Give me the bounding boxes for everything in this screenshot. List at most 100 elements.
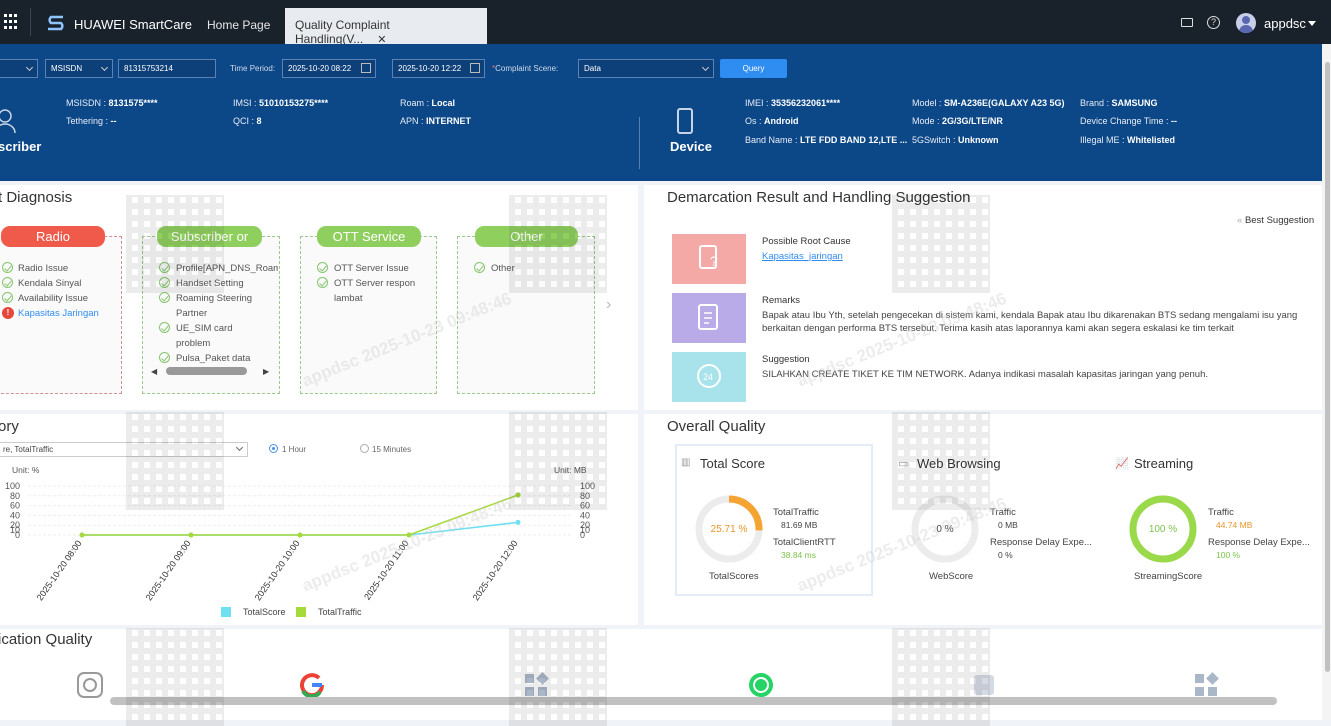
streaming-title[interactable]: Streaming: [1134, 456, 1193, 471]
instagram-icon[interactable]: [76, 671, 104, 699]
subscriber-label: scriber: [0, 139, 42, 154]
field-value: 8: [256, 116, 262, 126]
total-rtt-value: 38.84 ms: [781, 550, 816, 560]
apps-icon[interactable]: [1192, 671, 1220, 699]
field-key: Illegal ME :: [1080, 135, 1128, 145]
query-type-select[interactable]: [0, 59, 38, 78]
streaming-delay-value: 100 %: [1216, 550, 1241, 560]
input-value: 81315753214: [124, 64, 173, 73]
check-icon: [159, 322, 170, 333]
data-point: [188, 532, 194, 538]
radio-15-minutes-label: 15 Minutes: [372, 445, 412, 454]
total-score-title: Total Score: [700, 456, 766, 471]
band-name-field: Band Name : LTE FDD BAND 12,LTE ...: [745, 135, 907, 145]
vertical-scrollbar[interactable]: [1325, 62, 1330, 672]
field-key: Brand :: [1080, 98, 1112, 108]
field-value: --: [110, 116, 117, 126]
diag-item: problem: [176, 338, 211, 349]
tab-home-page[interactable]: Home Page: [197, 8, 280, 44]
field-value: 35356232061****: [771, 98, 841, 108]
remarks-text: Bapak atau Ibu Yth, setelah pengecekan d…: [762, 310, 1298, 334]
web-delay-label: Response Delay Expe...: [990, 537, 1092, 548]
horizontal-scrollbar[interactable]: [166, 367, 247, 375]
user-icon: [0, 109, 16, 133]
field-key: IMSI :: [233, 98, 260, 108]
chevrons-left-icon: «: [1237, 215, 1243, 226]
scroll-left-icon[interactable]: ◀: [151, 367, 157, 376]
select-value: MSISDN: [51, 64, 83, 73]
diag-item: Roaming Steering: [176, 293, 253, 304]
username[interactable]: appdsc: [1264, 16, 1306, 31]
y-tick-left: 100: [5, 481, 20, 491]
os-field: Os : Android: [745, 116, 799, 126]
error-icon: !: [2, 307, 14, 319]
diag-item: UE_SIM card: [176, 323, 233, 334]
avatar[interactable]: [1236, 13, 1256, 33]
web-delay-value: 0 %: [998, 550, 1013, 560]
imei-field: IMEI : 35356232061****: [745, 98, 840, 108]
watermark-qr: [892, 412, 990, 510]
diag-item: lambat: [334, 293, 363, 304]
divider: [639, 117, 640, 169]
tab-label: Home Page: [207, 18, 271, 32]
tethering-field: Tethering : --: [66, 116, 117, 126]
diag-item: Radio Issue: [18, 263, 69, 274]
horizontal-scrollbar[interactable]: [110, 697, 1277, 705]
streaming-score-value: 100 %: [1148, 524, 1178, 535]
help-icon[interactable]: ?: [1207, 16, 1220, 29]
whatsapp-icon[interactable]: [747, 671, 775, 699]
watermark-qr: [892, 195, 990, 293]
chevron-down-icon[interactable]: [1308, 21, 1316, 26]
start-time-input[interactable]: 2025-10-20 08:22: [282, 59, 376, 78]
data-point: [79, 532, 85, 538]
y-tick-left: 80: [10, 491, 20, 501]
calendar-icon[interactable]: [361, 63, 371, 73]
root-cause-link[interactable]: Kapasitas_jaringan: [762, 250, 843, 263]
svg-text:24: 24: [703, 372, 713, 382]
streaming-delay-label: Response Delay Expe...: [1208, 537, 1310, 548]
field-value: SAMSUNG: [1111, 98, 1158, 108]
id-type-select[interactable]: MSISDN: [45, 59, 113, 78]
diag-item-link[interactable]: Kapasitas Jaringan: [18, 308, 99, 319]
field-value: LTE FDD BAND 12,LTE ...: [800, 135, 908, 145]
check-icon: [317, 277, 328, 288]
top-bar: HUAWEI SmartCare Home Page Quality Compl…: [0, 0, 1331, 46]
complaint-scene-select[interactable]: Data: [578, 59, 714, 78]
radio-1-hour[interactable]: [269, 444, 278, 453]
pill-radio[interactable]: Radio: [1, 226, 105, 247]
legend-label: TotalTraffic: [318, 607, 362, 617]
field-value: --: [1171, 116, 1178, 126]
calendar-icon[interactable]: [470, 63, 480, 73]
radio-1-hour-label: 1 Hour: [282, 445, 307, 454]
end-time-input[interactable]: 2025-10-20 12:22: [392, 59, 485, 78]
radio-15-minutes[interactable]: [360, 444, 369, 453]
pill-ott[interactable]: OTT Service: [317, 226, 421, 247]
tab-quality-complaint[interactable]: Quality Complaint Handling(V... ✕: [285, 8, 487, 46]
legend-swatch: [296, 607, 306, 617]
msisdn-input[interactable]: 81315753214: [118, 59, 216, 78]
streaming-traffic-value: 44.74 MB: [1216, 520, 1253, 530]
query-button[interactable]: Query: [720, 59, 787, 78]
total-rtt-label: TotalClientRTT: [773, 537, 836, 548]
total-score-value: 25.71 %: [710, 524, 748, 535]
suggestion-icon: 24: [672, 352, 746, 402]
imsi-field: IMSI : 51010153275****: [233, 98, 328, 108]
field-key: Device Change Time :: [1080, 116, 1172, 126]
y-tick-left: 60: [10, 501, 20, 511]
time-period-label: Time Period:: [230, 64, 276, 73]
unit-left: Unit: %: [12, 465, 40, 475]
check-icon: [2, 292, 13, 303]
mail-icon[interactable]: [1181, 18, 1193, 27]
chevron-right-icon[interactable]: ›: [606, 296, 611, 314]
app-grid-icon[interactable]: [4, 14, 20, 30]
select-value: Data: [584, 64, 601, 73]
best-suggestion-button[interactable]: « Best Suggestion: [1237, 215, 1314, 226]
overall-quality-title: Overall Quality: [667, 418, 766, 435]
google-icon[interactable]: [298, 671, 326, 699]
check-icon: [474, 262, 485, 273]
diagnosis-title: t Diagnosis: [0, 189, 73, 206]
mode-field: Mode : 2G/3G/LTE/NR: [912, 116, 1003, 126]
scroll-right-icon[interactable]: ▶: [263, 367, 269, 376]
diag-item: OTT Server Issue: [334, 263, 409, 274]
svg-text:?: ?: [710, 253, 718, 269]
